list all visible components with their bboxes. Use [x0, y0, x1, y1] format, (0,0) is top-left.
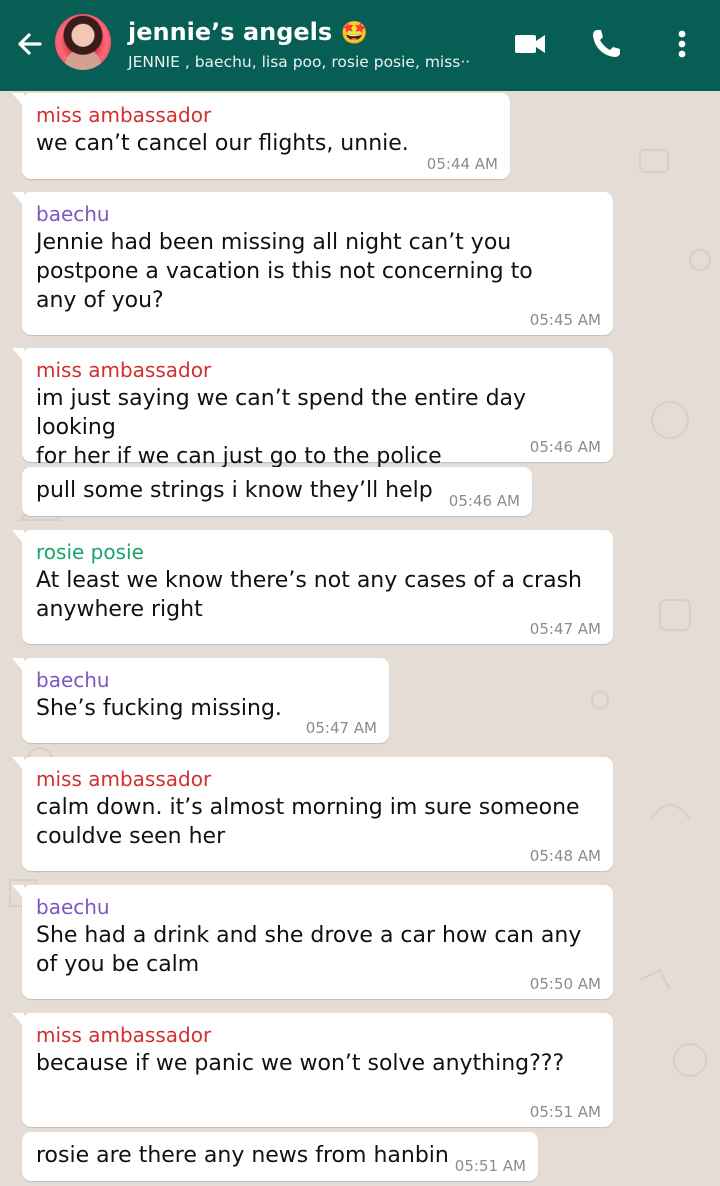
video-call-icon[interactable] — [512, 26, 548, 62]
message-time: 05:45 AM — [529, 311, 601, 329]
message-bubble[interactable]: miss ambassador im just saying we can’t … — [12, 348, 613, 469]
message-bubble[interactable]: baechu She’s fucking missing. 05:47 AM — [12, 658, 389, 743]
group-members[interactable]: JENNIE , baechu, lisa poo, rosie posie, … — [128, 52, 470, 72]
message-time: 05:46 AM — [529, 438, 601, 456]
message-text: Jennie had been missing all night can’t … — [36, 230, 533, 313]
more-vertical-icon[interactable] — [664, 26, 700, 62]
message-sender: baechu — [36, 202, 110, 226]
message-text: She had a drink and she drove a car how … — [36, 923, 582, 977]
message-bubble[interactable]: baechu Jennie had been missing all night… — [12, 192, 613, 335]
message-bubble[interactable]: baechu She had a drink and she drove a c… — [12, 885, 613, 999]
message-sender: baechu — [36, 895, 110, 919]
message-bubble[interactable]: miss ambassador calm down. it’s almost m… — [12, 757, 613, 871]
star-struck-emoji: 🤩 — [340, 21, 368, 46]
message-bubble[interactable]: miss ambassador we can’t cancel our flig… — [12, 93, 510, 179]
message-sender: rosie posie — [36, 540, 144, 564]
message-sender: miss ambassador — [36, 103, 212, 127]
message-time: 05:51 AM — [454, 1157, 526, 1175]
message-bubble[interactable]: miss ambassador because if we panic we w… — [12, 1013, 613, 1127]
message-sender: miss ambassador — [36, 1023, 212, 1047]
message-text: rosie are there any news from hanbin — [36, 1143, 449, 1168]
phone-icon[interactable] — [588, 26, 624, 62]
message-list[interactable]: miss ambassador we can’t cancel our flig… — [0, 91, 720, 1186]
message-bubble[interactable]: pull some strings i know they’ll help 05… — [22, 467, 532, 516]
group-title-text: jennie’s angels — [128, 18, 333, 46]
message-time: 05:44 AM — [426, 155, 498, 173]
message-bubble[interactable]: rosie posie At least we know there’s not… — [12, 530, 613, 644]
message-time: 05:48 AM — [529, 847, 601, 865]
message-text: we can’t cancel our flights, unnie. — [36, 131, 409, 156]
message-time: 05:47 AM — [529, 620, 601, 638]
message-text: because if we panic we won’t solve anyth… — [36, 1051, 565, 1076]
message-time: 05:50 AM — [529, 975, 601, 993]
chat-header: jennie’s angels 🤩 JENNIE , baechu, lisa … — [0, 0, 720, 91]
message-time: 05:47 AM — [305, 719, 377, 737]
message-sender: miss ambassador — [36, 358, 212, 382]
group-title[interactable]: jennie’s angels 🤩 — [128, 17, 368, 49]
message-time: 05:46 AM — [448, 492, 520, 510]
message-time: 05:51 AM — [529, 1103, 601, 1121]
message-bubble[interactable]: rosie are there any news from hanbin 05:… — [22, 1132, 538, 1181]
arrow-left-icon[interactable] — [10, 24, 50, 64]
group-avatar[interactable] — [55, 14, 111, 70]
message-sender: miss ambassador — [36, 767, 212, 791]
message-text: im just saying we can’t spend the entire… — [36, 386, 527, 469]
message-text: pull some strings i know they’ll help — [36, 478, 433, 503]
message-sender: baechu — [36, 668, 110, 692]
message-text: calm down. it’s almost morning im sure s… — [36, 795, 580, 849]
message-text: At least we know there’s not any cases o… — [36, 568, 582, 622]
